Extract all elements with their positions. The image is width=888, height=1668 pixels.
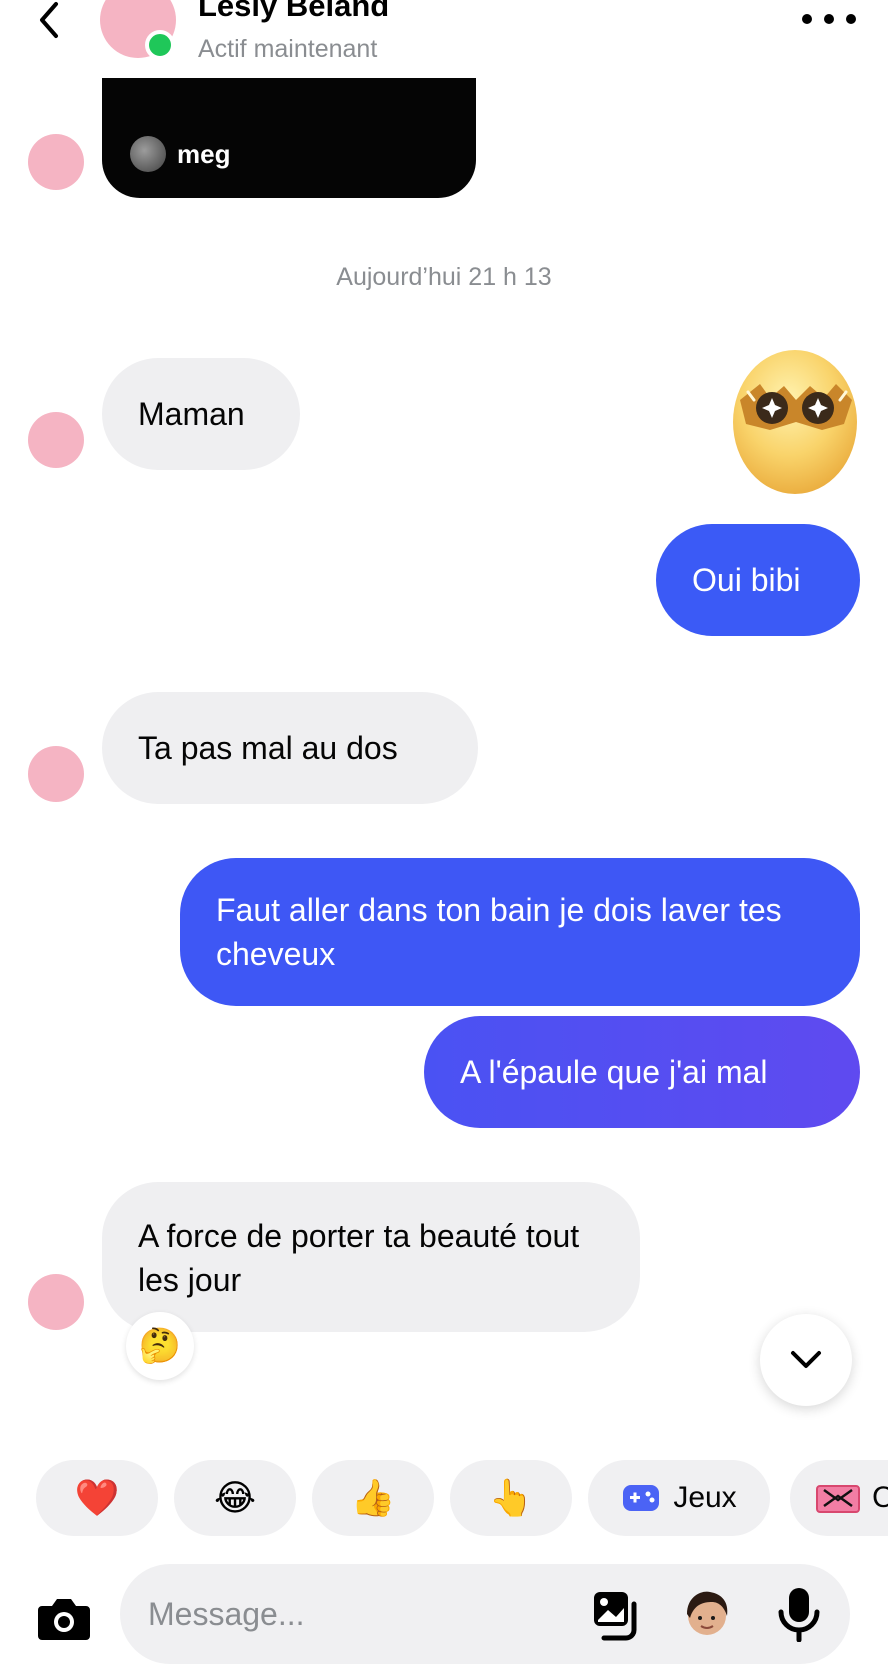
message-input[interactable] xyxy=(148,1594,548,1634)
back-arrow-icon[interactable] xyxy=(32,0,68,44)
quick-reply-bar: ❤️ 😂 👍 👆 Jeux C xyxy=(36,1460,888,1538)
shared-post-username: meg xyxy=(177,139,231,169)
heart-emoji: ❤️ xyxy=(74,1477,120,1518)
gallery-icon[interactable] xyxy=(590,1590,642,1642)
incoming-message[interactable]: Maman xyxy=(102,358,300,470)
contact-status: Actif maintenant xyxy=(198,35,378,63)
tears-of-joy-emoji: 😂 xyxy=(213,1477,257,1518)
sender-avatar[interactable] xyxy=(28,1274,84,1330)
online-status-dot xyxy=(145,30,175,60)
sender-avatar[interactable] xyxy=(28,412,84,468)
message-text: A force de porter ta beauté tout les jou… xyxy=(138,1218,580,1298)
shared-post-avatar xyxy=(130,136,166,172)
incoming-message[interactable]: A force de porter ta beauté tout les jou… xyxy=(102,1182,640,1332)
message-text: Maman xyxy=(138,396,245,432)
quick-reply-laugh[interactable]: 😂 xyxy=(174,1460,296,1536)
message-text: Oui bibi xyxy=(692,562,801,598)
thinking-face-emoji: 🤔 xyxy=(138,1327,182,1365)
games-label: Jeux xyxy=(673,1481,737,1514)
message-text: A l'épaule que j'ai mal xyxy=(460,1054,768,1090)
chevron-down-icon xyxy=(791,1351,821,1368)
pointing-up-emoji: 👆 xyxy=(488,1477,534,1518)
quick-reply-point-up[interactable]: 👆 xyxy=(450,1460,572,1536)
gift-label: C xyxy=(872,1481,888,1514)
more-options-icon[interactable] xyxy=(802,12,856,26)
message-input-container xyxy=(120,1564,850,1664)
microphone-icon[interactable] xyxy=(776,1586,822,1642)
quick-reply-heart[interactable]: ❤️ xyxy=(36,1460,158,1536)
games-button[interactable]: Jeux xyxy=(588,1460,770,1536)
outgoing-message[interactable]: A l'épaule que j'ai mal xyxy=(424,1016,860,1128)
message-composer xyxy=(0,1560,888,1668)
scroll-to-bottom-button[interactable] xyxy=(760,1314,852,1406)
message-reaction[interactable]: 🤔 xyxy=(126,1312,194,1380)
chat-screen: meg Lesly Béland Actif maintenant Aujour… xyxy=(0,0,888,1668)
gift-button[interactable]: C xyxy=(790,1460,888,1536)
game-controller-icon xyxy=(623,1485,660,1511)
quick-reply-thumbs-up[interactable]: 👍 xyxy=(312,1460,434,1536)
egg-eyes-sparkle-sticker[interactable] xyxy=(726,326,864,496)
message-text: Faut aller dans ton bain je dois laver t… xyxy=(216,892,782,972)
contact-name[interactable]: Lesly Béland xyxy=(198,0,389,24)
sender-avatar[interactable] xyxy=(28,134,84,190)
avatar-sticker-icon[interactable] xyxy=(682,1588,732,1640)
outgoing-message[interactable]: Faut aller dans ton bain je dois laver t… xyxy=(180,858,860,1006)
thumbs-up-emoji: 👍 xyxy=(350,1477,396,1518)
incoming-message[interactable]: Ta pas mal au dos xyxy=(102,692,478,804)
message-text: Ta pas mal au dos xyxy=(138,730,398,766)
gift-icon xyxy=(816,1485,860,1513)
chat-header: Lesly Béland Actif maintenant xyxy=(0,0,888,78)
outgoing-message[interactable]: Oui bibi xyxy=(656,524,860,636)
sender-avatar[interactable] xyxy=(28,746,84,802)
message-timestamp: Aujourd’hui 21 h 13 xyxy=(336,263,552,291)
camera-icon[interactable] xyxy=(34,1588,94,1648)
